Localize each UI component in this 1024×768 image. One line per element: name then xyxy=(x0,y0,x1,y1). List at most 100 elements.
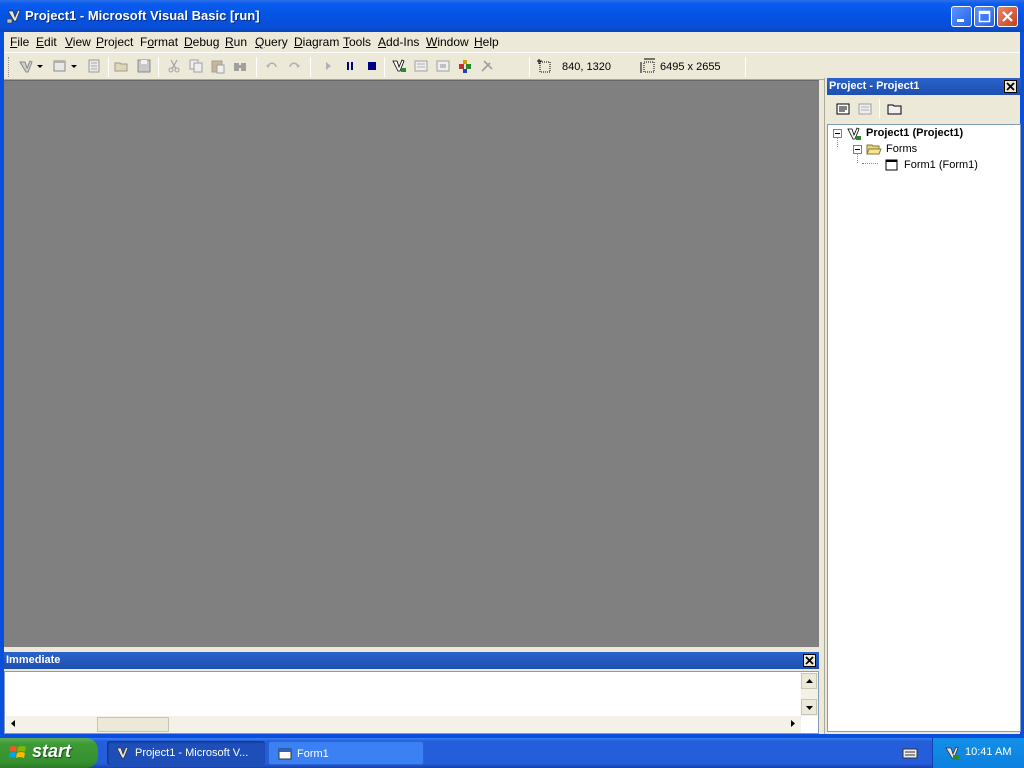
menu-tools[interactable]: Tools xyxy=(343,35,371,49)
task-label-form1: Form1 xyxy=(297,748,329,760)
folder-open-icon xyxy=(866,144,882,155)
position-icon xyxy=(537,59,551,73)
menu-window[interactable]: Window xyxy=(426,35,469,49)
project-explorer-title: Project - Project1 xyxy=(829,80,920,92)
task-button-form1[interactable]: Form1 xyxy=(268,741,424,765)
dropdown-arrow-icon[interactable] xyxy=(70,58,78,74)
immediate-window: Immediate xyxy=(4,652,819,734)
vb-ide-window: Project1 - Microsoft Visual Basic [run] … xyxy=(0,0,1024,738)
minimize-icon xyxy=(957,19,964,22)
form-layout-icon[interactable] xyxy=(435,58,451,74)
scroll-up-button[interactable] xyxy=(801,673,817,689)
tree-label-forms: Forms xyxy=(886,143,918,155)
immediate-text-area[interactable] xyxy=(4,671,819,734)
scroll-left-button[interactable] xyxy=(6,716,22,732)
keyboard-language-icon[interactable] xyxy=(902,745,918,761)
menu-query[interactable]: Query xyxy=(255,35,288,49)
immediate-close-button[interactable] xyxy=(803,654,816,667)
properties-window-icon[interactable] xyxy=(413,58,429,74)
open-project-icon[interactable] xyxy=(114,58,130,74)
menu-run[interactable]: Run xyxy=(225,35,247,49)
form-icon xyxy=(885,159,898,171)
toggle-folders-icon[interactable] xyxy=(887,101,903,117)
menu-debug[interactable]: Debug xyxy=(184,35,219,49)
arrow-left-icon xyxy=(11,720,15,727)
menu-file[interactable]: File xyxy=(10,35,29,49)
project-explorer-title-bar[interactable]: Project - Project1 xyxy=(827,78,1021,95)
view-code-icon[interactable] xyxy=(835,101,851,117)
size-readout: 6495 x 2655 xyxy=(660,61,721,73)
maximize-icon xyxy=(978,10,991,23)
copy-icon[interactable] xyxy=(188,58,204,74)
start-run-icon[interactable] xyxy=(320,58,336,74)
immediate-title-bar[interactable]: Immediate xyxy=(4,652,819,669)
object-browser-icon[interactable] xyxy=(457,58,473,74)
maximize-button[interactable] xyxy=(974,6,995,27)
find-icon[interactable] xyxy=(232,58,248,74)
immediate-vertical-scrollbar[interactable] xyxy=(801,673,818,716)
undo-icon[interactable] xyxy=(264,58,280,74)
close-icon xyxy=(1002,11,1013,22)
close-icon xyxy=(805,656,814,665)
menu-add-ins[interactable]: Add-Ins xyxy=(378,35,419,49)
position-readout: 840, 1320 xyxy=(562,61,611,73)
redo-icon[interactable] xyxy=(286,58,302,74)
arrow-right-icon xyxy=(791,720,795,727)
paste-icon[interactable] xyxy=(210,58,226,74)
close-button[interactable] xyxy=(997,6,1018,27)
break-icon[interactable] xyxy=(342,58,358,74)
start-label: start xyxy=(32,741,72,761)
vb-app-icon[interactable] xyxy=(6,8,22,24)
start-button[interactable]: start xyxy=(0,738,98,768)
menu-format[interactable]: Format xyxy=(140,35,178,49)
menu-view[interactable]: View xyxy=(65,35,91,49)
close-icon xyxy=(1006,82,1015,91)
mdi-workspace[interactable] xyxy=(4,80,819,647)
collapse-project-toggle[interactable] xyxy=(833,129,842,138)
scroll-down-button[interactable] xyxy=(801,699,817,715)
save-icon[interactable] xyxy=(136,58,152,74)
window-title: Project1 - Microsoft Visual Basic [run] xyxy=(25,8,260,23)
minimize-button[interactable] xyxy=(951,6,972,27)
end-icon[interactable] xyxy=(364,58,380,74)
project-explorer-close-button[interactable] xyxy=(1004,80,1017,93)
project-tree[interactable]: Project1 (Project1) Forms Form1 (Form1) xyxy=(827,124,1021,732)
immediate-title: Immediate xyxy=(6,654,61,666)
tree-label-form1: Form1 (Form1) xyxy=(904,159,978,171)
toolbar-grip[interactable] xyxy=(8,57,11,77)
project-icon xyxy=(847,127,861,140)
project-explorer-icon[interactable] xyxy=(391,58,407,74)
vb-app-icon xyxy=(116,746,129,759)
windows-logo-icon xyxy=(9,746,26,758)
view-object-icon[interactable] xyxy=(857,101,873,117)
system-tray: 10:41 AM xyxy=(932,738,1024,768)
add-form-icon[interactable] xyxy=(52,58,68,74)
project-explorer-toolbar xyxy=(827,96,1021,122)
standard-toolbar: 840, 1320 6495 x 2655 xyxy=(4,52,1020,80)
task-button-vb[interactable]: Project1 - Microsoft V... xyxy=(107,741,265,765)
toolbox-icon[interactable] xyxy=(479,58,495,74)
cut-icon[interactable] xyxy=(166,58,182,74)
project-explorer: Project - Project1 Project1 (Project1) F… xyxy=(824,78,1021,734)
task-label-vb: Project1 - Microsoft V... xyxy=(135,747,249,759)
form-window-icon xyxy=(278,748,292,760)
taskbar: start Project1 - Microsoft V... Form1 10… xyxy=(0,738,1024,768)
dropdown-arrow-icon[interactable] xyxy=(36,58,44,74)
client-area: File Edit View Project Format Debug Run … xyxy=(4,32,1021,734)
scroll-right-button[interactable] xyxy=(785,716,801,732)
menu-diagram[interactable]: Diagram xyxy=(294,35,339,49)
title-bar[interactable]: Project1 - Microsoft Visual Basic [run] xyxy=(0,0,1024,32)
immediate-horizontal-scrollbar[interactable] xyxy=(6,716,801,733)
collapse-forms-toggle[interactable] xyxy=(853,145,862,154)
scroll-thumb[interactable] xyxy=(97,717,169,732)
arrow-down-icon xyxy=(806,706,813,710)
add-project-icon[interactable] xyxy=(18,58,34,74)
menu-edit[interactable]: Edit xyxy=(36,35,57,49)
menu-bar: File Edit View Project Format Debug Run … xyxy=(4,32,1020,52)
menu-help[interactable]: Help xyxy=(474,35,499,49)
arrow-up-icon xyxy=(806,679,813,683)
menu-project[interactable]: Project xyxy=(96,35,133,49)
menu-editor-icon[interactable] xyxy=(86,58,102,74)
network-status-icon[interactable] xyxy=(943,744,961,762)
clock[interactable]: 10:41 AM xyxy=(965,746,1011,758)
